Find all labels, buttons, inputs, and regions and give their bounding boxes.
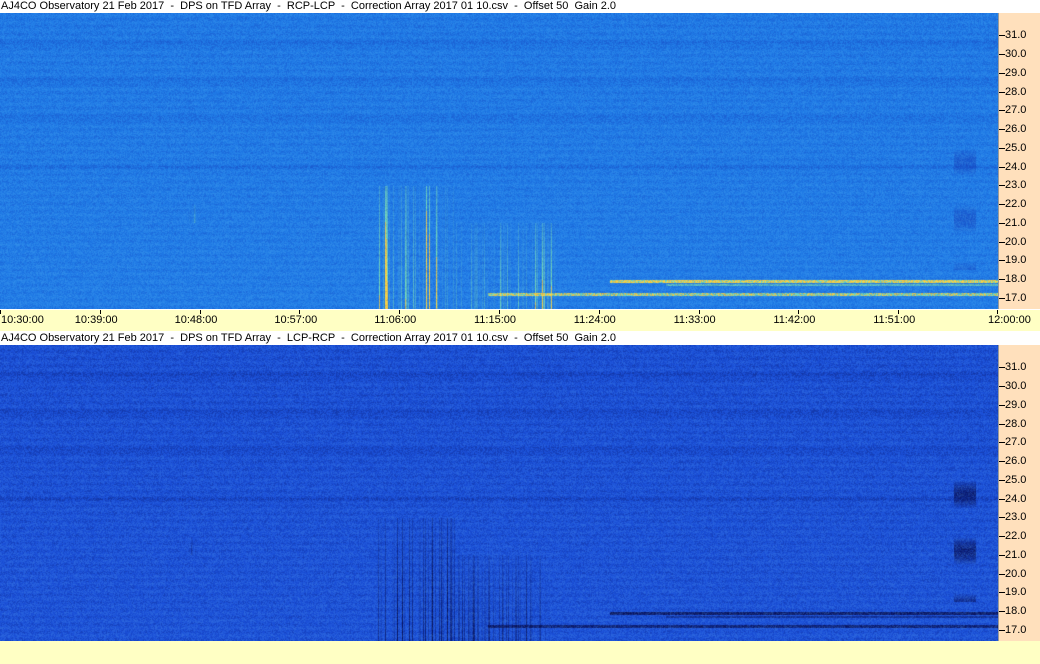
freq-tick-label: 30.0	[1005, 48, 1027, 61]
freq-tick-label: 20.0	[1005, 235, 1027, 248]
frequency-axis: 17.0 18.0 19.0 20.0 21.0 22.0 23.0 24.0 25.0 26.0…	[998, 345, 1040, 641]
freq-tick-label: 31.0	[1005, 361, 1027, 374]
freq-tick-label: 18.0	[1005, 273, 1027, 286]
time-tick-label: 10:57:00	[274, 314, 318, 326]
freq-tick-label: 17.0	[1005, 291, 1027, 304]
freq-tick-label: 30.0	[1005, 380, 1027, 393]
time-tick-label: 10:30:00	[1, 314, 44, 326]
time-tick-label: 11:33:00	[673, 314, 716, 326]
status-strip	[0, 641, 1040, 664]
spectrogram-plot[interactable]	[0, 13, 998, 309]
freq-tick-label: 19.0	[1005, 586, 1027, 599]
freq-tick-label: 31.0	[1005, 29, 1027, 42]
time-tick-label: 12:00:00	[988, 314, 1031, 326]
spectrogram-panel-lcp-rcp: AJ4CO Observatory 21 Feb 2017 - DPS on T…	[0, 332, 1040, 641]
freq-tick-label: 24.0	[1005, 160, 1027, 173]
panel-title: AJ4CO Observatory 21 Feb 2017 - DPS on T…	[0, 332, 1040, 345]
spectrogram-panel-rcp-lcp: AJ4CO Observatory 21 Feb 2017 - DPS on T…	[0, 0, 1040, 331]
freq-tick-label: 21.0	[1005, 216, 1027, 229]
spectrogram-canvas[interactable]	[0, 13, 998, 309]
time-tick-label: 11:15:00	[474, 314, 517, 326]
freq-tick-label: 26.0	[1005, 455, 1027, 468]
spectrogram-canvas[interactable]	[0, 345, 998, 641]
time-tick-label: 11:24:00	[573, 314, 616, 326]
spectrogram-plot[interactable]	[0, 345, 998, 641]
panel-title: AJ4CO Observatory 21 Feb 2017 - DPS on T…	[0, 0, 1040, 13]
freq-tick-label: 21.0	[1005, 548, 1027, 561]
freq-tick-label: 22.0	[1005, 198, 1027, 211]
freq-tick-label: 22.0	[1005, 530, 1027, 543]
frequency-axis: 17.0 18.0 19.0 20.0 21.0 22.0 23.0 24.0 25.0 26.0…	[998, 13, 1040, 309]
freq-tick-label: 25.0	[1005, 141, 1027, 154]
time-tick-label: 10:39:00	[74, 314, 118, 326]
spectrogram-window: AJ4CO Observatory 21 Feb 2017 - DPS on T…	[0, 0, 1040, 664]
freq-tick-label: 27.0	[1005, 436, 1027, 449]
time-tick-label: 11:42:00	[773, 314, 816, 326]
time-axis: 10:30:00 10:39:00 10:48:00 10:57:00 11:06:00…	[0, 310, 1040, 331]
freq-tick-label: 28.0	[1005, 417, 1027, 430]
freq-tick-label: 18.0	[1005, 605, 1027, 618]
freq-tick-label: 20.0	[1005, 567, 1027, 580]
freq-tick-label: 26.0	[1005, 123, 1027, 136]
freq-tick-label: 28.0	[1005, 85, 1027, 98]
freq-tick-label: 19.0	[1005, 254, 1027, 267]
freq-tick-label: 24.0	[1005, 492, 1027, 505]
freq-tick-label: 23.0	[1005, 511, 1027, 524]
freq-tick-label: 29.0	[1005, 398, 1027, 411]
freq-tick-label: 27.0	[1005, 104, 1027, 117]
time-tick-label: 10:48:00	[174, 314, 218, 326]
freq-tick-label: 29.0	[1005, 66, 1027, 79]
freq-tick-label: 23.0	[1005, 179, 1027, 192]
freq-tick-label: 25.0	[1005, 473, 1027, 486]
time-tick-label: 11:51:00	[873, 314, 916, 326]
freq-tick-label: 17.0	[1005, 623, 1027, 636]
time-tick-label: 11:06:00	[374, 314, 417, 326]
